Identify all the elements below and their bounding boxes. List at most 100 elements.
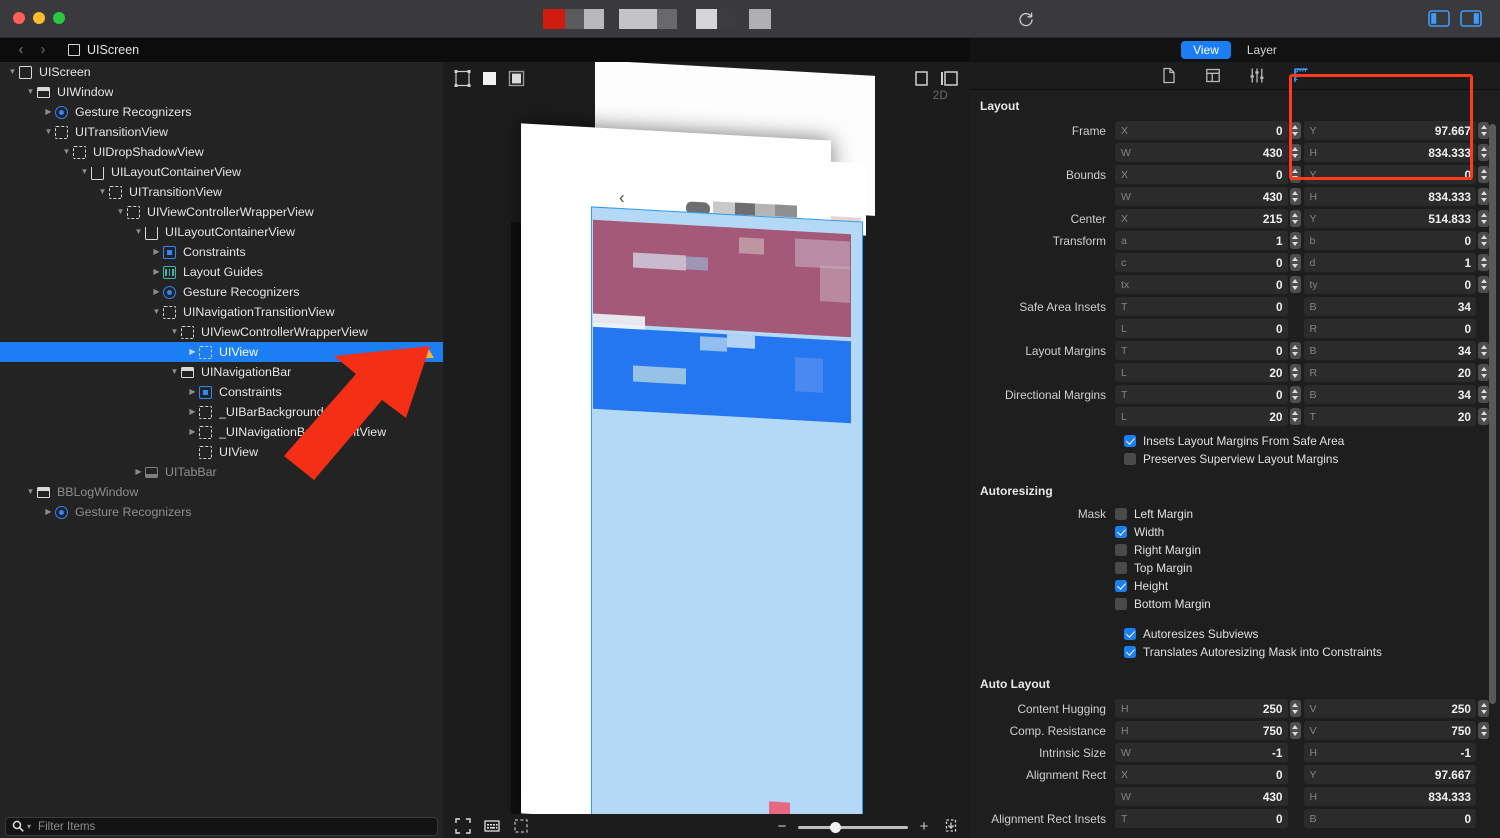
redacted-toolbar-group-1[interactable] (543, 9, 604, 29)
property-field[interactable]: Y97.667 (1304, 121, 1477, 140)
tree-row[interactable]: ▶Layout Guides (0, 262, 443, 282)
property-field[interactable]: Y0 (1304, 165, 1477, 184)
property-field[interactable]: V750 (1304, 721, 1477, 740)
layout-ruler-icon[interactable] (1293, 67, 1310, 84)
tree-row[interactable]: ▶Constraints (0, 242, 443, 262)
disclosure-triangle[interactable]: ▼ (132, 222, 145, 242)
property-field[interactable]: W430 (1115, 187, 1288, 206)
zoom-in-button[interactable]: + (917, 819, 931, 835)
view-hierarchy-tree[interactable]: ▼UIScreen▼UIWindow▶Gesture Recognizers▼U… (0, 62, 443, 814)
tree-row[interactable]: UIView (0, 442, 443, 462)
property-field[interactable]: H834.333 (1304, 787, 1477, 806)
tree-row[interactable]: ▶Constraints (0, 382, 443, 402)
property-field[interactable]: tx0 (1115, 275, 1288, 294)
disclosure-triangle[interactable]: ▶ (186, 402, 199, 422)
stepper-control[interactable] (1478, 722, 1489, 739)
tree-row[interactable]: ▼UILayoutContainerView (0, 222, 443, 242)
stepper-control[interactable] (1290, 232, 1301, 249)
refresh-icon[interactable] (1016, 10, 1038, 30)
zoom-slider[interactable] (798, 819, 908, 835)
disclosure-triangle[interactable]: ▼ (78, 162, 91, 182)
property-field[interactable]: H-1 (1304, 743, 1477, 762)
zoom-out-button[interactable]: − (775, 819, 789, 835)
tree-row[interactable]: ▶Gesture Recognizers (0, 282, 443, 302)
stepper-control[interactable] (1478, 364, 1489, 381)
show-constraints-icon[interactable] (484, 818, 501, 835)
property-field[interactable]: b0 (1304, 231, 1477, 250)
property-field[interactable]: H250 (1115, 699, 1288, 718)
stepper-control[interactable] (1290, 700, 1301, 717)
stepper-control[interactable] (1290, 722, 1301, 739)
tree-row[interactable]: ▼UINavigationTransitionView (0, 302, 443, 322)
stepper-control[interactable] (1290, 342, 1301, 359)
disclosure-triangle[interactable]: ▶ (42, 102, 55, 122)
stepper-control[interactable] (1478, 166, 1489, 183)
property-field[interactable]: H750 (1115, 721, 1288, 740)
checkbox-row[interactable]: Width (970, 523, 1500, 541)
stepper-control[interactable] (1478, 254, 1489, 271)
tree-row[interactable]: ▼BBLogWindow (0, 482, 443, 502)
double-sided-icon[interactable] (508, 70, 525, 87)
property-field[interactable]: Y97.667 (1304, 765, 1477, 784)
checkbox-row[interactable]: Height (970, 577, 1500, 595)
redacted-toolbar-group-2[interactable] (619, 9, 677, 29)
disclosure-triangle[interactable]: ▼ (168, 322, 181, 342)
frame-outline-icon[interactable] (454, 70, 471, 87)
property-field[interactable]: L0 (1115, 319, 1288, 338)
property-field[interactable]: T0 (1115, 809, 1288, 828)
close-button[interactable] (13, 12, 25, 24)
checkbox[interactable] (1115, 526, 1127, 538)
stepper-control[interactable] (1478, 386, 1489, 403)
stepper-control[interactable] (1478, 210, 1489, 227)
property-field[interactable]: Y514.833 (1304, 209, 1477, 228)
checkbox-row[interactable]: Insets Layout Margins From Safe Area (970, 432, 1500, 450)
zoom-controls[interactable]: − + (775, 818, 960, 835)
stepper-control[interactable] (1290, 188, 1301, 205)
solid-fill-icon[interactable] (481, 70, 498, 87)
inspector-tab-icons[interactable] (970, 62, 1500, 90)
tree-row[interactable]: ▼UITransitionView (0, 122, 443, 142)
checkbox-row[interactable]: Bottom Margin (970, 595, 1500, 613)
stepper-control[interactable] (1290, 122, 1301, 139)
stepper-control[interactable] (1478, 342, 1489, 359)
stepper-control[interactable] (1478, 188, 1489, 205)
tree-row[interactable]: ▼UINavigationBar (0, 362, 443, 382)
fit-to-window-icon[interactable] (455, 818, 472, 835)
disclosure-triangle[interactable]: ▼ (24, 82, 37, 102)
chevron-down-icon[interactable]: ▾ (27, 822, 31, 831)
checkbox-row[interactable]: Right Margin (970, 541, 1500, 559)
stepper-control[interactable] (1290, 166, 1301, 183)
tree-row[interactable]: ▼UIDropShadowView (0, 142, 443, 162)
property-field[interactable]: R0 (1304, 319, 1477, 338)
property-field[interactable]: B34 (1304, 297, 1477, 316)
disclosure-triangle[interactable]: ▼ (168, 362, 181, 382)
property-field[interactable]: c0 (1115, 253, 1288, 272)
property-field[interactable]: X0 (1115, 165, 1288, 184)
disclosure-triangle[interactable]: ▼ (96, 182, 109, 202)
property-field[interactable]: ty0 (1304, 275, 1477, 294)
panel-toggle-group[interactable] (1428, 10, 1482, 27)
property-field[interactable]: T0 (1115, 297, 1288, 316)
tree-row[interactable]: ▼UIViewControllerWrapperView (0, 202, 443, 222)
single-view-icon[interactable] (913, 70, 930, 87)
canvas-left-tools[interactable] (454, 70, 525, 87)
tree-row[interactable]: ▶Gesture Recognizers (0, 102, 443, 122)
checkbox[interactable] (1115, 580, 1127, 592)
stepper-control[interactable] (1478, 144, 1489, 161)
search-input[interactable]: ▾ Filter Items (5, 817, 438, 836)
disclosure-triangle[interactable]: ▶ (132, 462, 145, 482)
checkbox[interactable] (1115, 544, 1127, 556)
property-field[interactable]: X0 (1115, 121, 1288, 140)
traffic-light-controls[interactable] (13, 12, 65, 24)
stepper-control[interactable] (1478, 232, 1489, 249)
property-field[interactable]: L20 (1115, 363, 1288, 382)
checkbox-row[interactable]: Autoresizes Subviews (970, 625, 1500, 643)
tree-row[interactable]: ▼UIWindow (0, 82, 443, 102)
disclosure-triangle[interactable]: ▶ (186, 342, 199, 362)
canvas-bottom-left-tools[interactable] (455, 818, 530, 835)
disclosure-triangle[interactable]: ▶ (186, 382, 199, 402)
property-field[interactable]: H834.333 (1304, 143, 1477, 162)
property-field[interactable]: W430 (1115, 787, 1288, 806)
minimize-button[interactable] (33, 12, 45, 24)
disclosure-triangle[interactable]: ▼ (24, 482, 37, 502)
